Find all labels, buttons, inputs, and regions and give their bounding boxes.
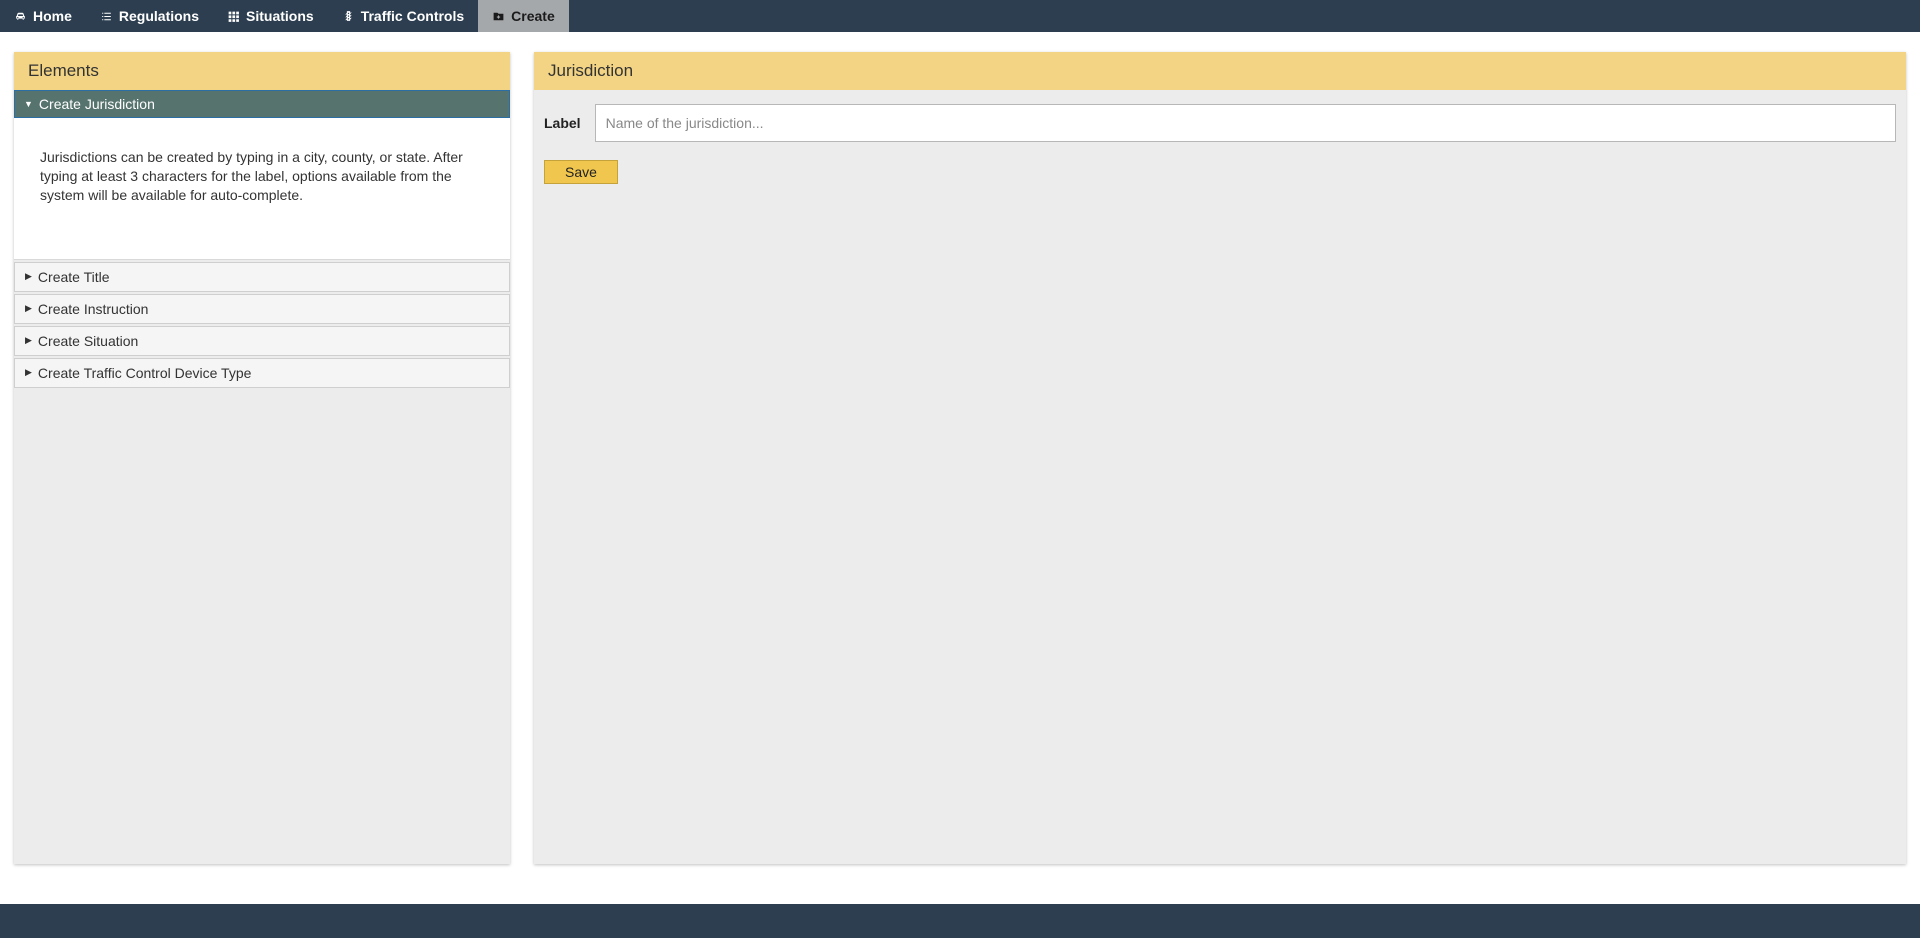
grid-icon [227, 10, 240, 23]
nav-home[interactable]: Home [0, 0, 86, 32]
accordion-item-situation: ▶ Create Situation [14, 326, 510, 356]
elements-accordion: ▼ Create Jurisdiction Jurisdictions can … [14, 90, 510, 388]
nav-label: Home [33, 8, 72, 24]
nav-label: Situations [246, 8, 314, 24]
accordion-label: Create Jurisdiction [39, 96, 155, 112]
chevron-right-icon: ▶ [25, 368, 32, 377]
traffic-icon [342, 10, 355, 23]
footer-bar [0, 904, 1920, 938]
nav-create[interactable]: Create [478, 0, 569, 32]
nav-label: Traffic Controls [361, 8, 464, 24]
accordion-item-instruction: ▶ Create Instruction [14, 294, 510, 324]
jurisdiction-panel-title: Jurisdiction [534, 52, 1906, 90]
accordion-label: Create Traffic Control Device Type [38, 365, 251, 381]
chevron-right-icon: ▶ [25, 336, 32, 345]
chevron-right-icon: ▶ [25, 304, 32, 313]
elements-panel: Elements ▼ Create Jurisdiction Jurisdict… [14, 52, 510, 864]
accordion-header-jurisdiction[interactable]: ▼ Create Jurisdiction [14, 90, 510, 118]
accordion-body-jurisdiction: Jurisdictions can be created by typing i… [14, 118, 510, 260]
jurisdiction-label-input[interactable] [595, 104, 1896, 142]
label-row: Label [544, 104, 1896, 142]
accordion-header-tcdt[interactable]: ▶ Create Traffic Control Device Type [14, 358, 510, 388]
jurisdiction-panel: Jurisdiction Label Save [534, 52, 1906, 864]
save-button[interactable]: Save [544, 160, 618, 184]
accordion-header-title[interactable]: ▶ Create Title [14, 262, 510, 292]
nav-label: Regulations [119, 8, 199, 24]
accordion-item-jurisdiction: ▼ Create Jurisdiction Jurisdictions can … [14, 90, 510, 260]
chevron-right-icon: ▶ [25, 272, 32, 281]
elements-panel-title: Elements [14, 52, 510, 90]
jurisdiction-form: Label Save [534, 90, 1906, 198]
accordion-item-title: ▶ Create Title [14, 262, 510, 292]
accordion-item-traffic-control-device-type: ▶ Create Traffic Control Device Type [14, 358, 510, 388]
accordion-label: Create Title [38, 269, 110, 285]
nav-label: Create [511, 8, 555, 24]
main-content: Elements ▼ Create Jurisdiction Jurisdict… [0, 32, 1920, 904]
accordion-label: Create Instruction [38, 301, 149, 317]
accordion-header-instruction[interactable]: ▶ Create Instruction [14, 294, 510, 324]
folder-icon [492, 10, 505, 23]
nav-traffic-controls[interactable]: Traffic Controls [328, 0, 478, 32]
top-navbar: Home Regulations Situations Traffic Cont… [0, 0, 1920, 32]
nav-regulations[interactable]: Regulations [86, 0, 213, 32]
label-field-label: Label [544, 115, 581, 131]
accordion-header-situation[interactable]: ▶ Create Situation [14, 326, 510, 356]
chevron-down-icon: ▼ [24, 100, 33, 109]
list-icon [100, 10, 113, 23]
accordion-label: Create Situation [38, 333, 138, 349]
nav-situations[interactable]: Situations [213, 0, 328, 32]
car-icon [14, 10, 27, 23]
